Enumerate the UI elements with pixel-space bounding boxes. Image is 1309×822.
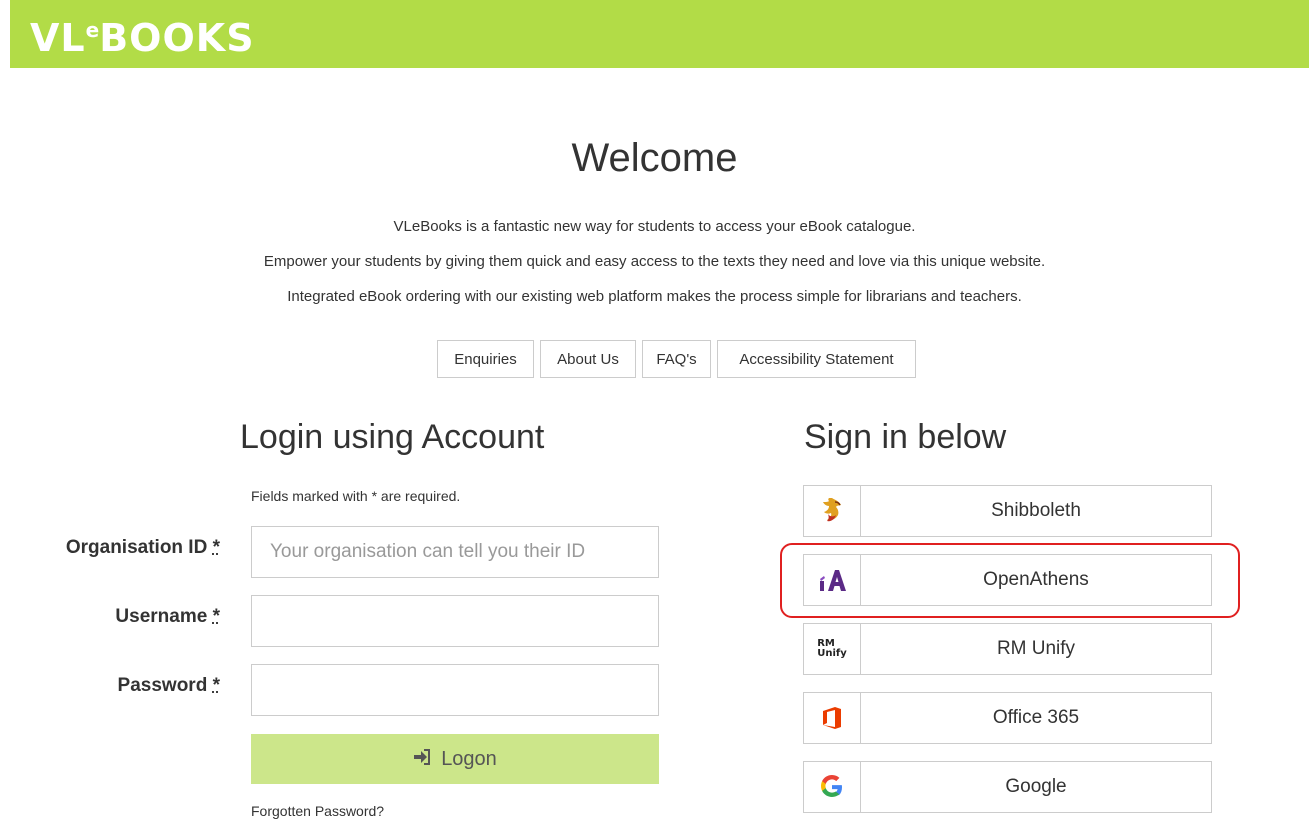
about-us-button[interactable]: About Us bbox=[540, 340, 636, 378]
rm-unify-icon: RM Unify bbox=[804, 624, 861, 674]
logo-text-books: BOOKS bbox=[99, 16, 255, 60]
organisation-id-input[interactable] bbox=[251, 526, 659, 578]
password-label: Password * bbox=[0, 675, 220, 697]
sign-in-title: Sign in below bbox=[804, 418, 1007, 456]
shibboleth-label: Shibboleth bbox=[991, 500, 1081, 521]
logon-label: Logon bbox=[441, 747, 497, 770]
welcome-title: Welcome bbox=[571, 136, 738, 180]
openathens-highlight-box bbox=[780, 543, 1240, 618]
office-365-button[interactable]: Office 365 bbox=[803, 692, 1212, 744]
rm-unify-label: RM Unify bbox=[996, 638, 1076, 659]
office-365-icon bbox=[804, 693, 861, 743]
username-label-text: Username bbox=[115, 606, 208, 627]
google-icon bbox=[804, 762, 861, 812]
intro-line-2: Empower your students by giving them qui… bbox=[263, 253, 1046, 270]
username-label: Username * bbox=[0, 606, 220, 628]
top-bar: VLeBOOKS bbox=[10, 0, 1309, 68]
accessibility-statement-button[interactable]: Accessibility Statement bbox=[717, 340, 916, 378]
password-label-text: Password bbox=[117, 675, 208, 696]
password-input[interactable] bbox=[251, 664, 659, 716]
organisation-id-label: Organisation ID * bbox=[0, 537, 220, 559]
vlebooks-logo[interactable]: VLeBOOKS bbox=[30, 8, 255, 60]
organisation-id-label-text: Organisation ID bbox=[65, 537, 208, 558]
username-input[interactable] bbox=[251, 595, 659, 647]
required-asterisk: * bbox=[212, 675, 220, 696]
login-title: Login using Account bbox=[240, 418, 545, 456]
shibboleth-button[interactable]: Shibboleth bbox=[803, 485, 1212, 537]
rm-unify-icon-text-bottom: Unify bbox=[817, 648, 847, 659]
google-label: Google bbox=[1005, 776, 1067, 797]
required-asterisk: * bbox=[212, 537, 220, 558]
google-button[interactable]: Google bbox=[803, 761, 1212, 813]
intro-line-1: VLeBooks is a fantastic new way for stud… bbox=[393, 218, 916, 235]
logo-text-vl: VL bbox=[30, 16, 86, 60]
logo-text-e: e bbox=[85, 18, 100, 42]
enquiries-button[interactable]: Enquiries bbox=[437, 340, 534, 378]
shibboleth-icon bbox=[804, 486, 861, 536]
intro-line-3: Integrated eBook ordering with our exist… bbox=[287, 288, 1022, 305]
office-365-label: Office 365 bbox=[992, 707, 1080, 728]
required-asterisk: * bbox=[212, 606, 220, 627]
rm-unify-button[interactable]: RM Unify RM Unify bbox=[803, 623, 1212, 675]
forgotten-password-link[interactable]: Forgotten Password? bbox=[251, 803, 384, 819]
required-note: Fields marked with * are required. bbox=[251, 488, 461, 504]
logon-button[interactable]: Logon bbox=[251, 734, 659, 784]
sign-in-arrow-icon bbox=[413, 748, 431, 770]
faq-button[interactable]: FAQ's bbox=[642, 340, 711, 378]
